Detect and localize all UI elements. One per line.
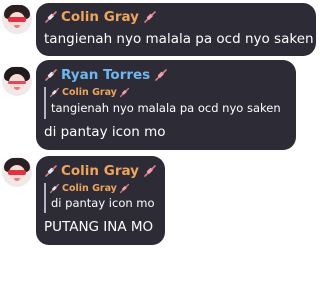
reply-quote[interactable]: Colin Gray di pantay icon mo	[44, 183, 158, 213]
reply-quote[interactable]: Colin Gray tangienah nyo malala pa ocd n…	[44, 87, 291, 119]
reply-text: di pantay icon mo	[51, 196, 155, 210]
reply-author: Colin Gray	[62, 87, 117, 98]
syringe-icon	[119, 183, 130, 194]
message-bubble: Ryan Torres Colin Gray tangienah nyo mal…	[36, 60, 296, 150]
message-bubble: Colin Gray Colin Gray di pantay icon mo …	[36, 156, 165, 245]
message-text: PUTANG INA MO	[44, 219, 154, 235]
reply-author: Colin Gray	[62, 183, 117, 194]
syringe-icon	[143, 164, 157, 178]
avatar[interactable]	[2, 66, 32, 96]
syringe-icon	[44, 10, 58, 24]
author-name[interactable]: Ryan Torres	[61, 67, 150, 83]
author-name[interactable]: Colin Gray	[61, 9, 139, 25]
syringe-icon	[143, 10, 157, 24]
message-text: tangienah nyo malala pa ocd nyo saken	[44, 31, 314, 47]
avatar[interactable]	[2, 4, 32, 34]
syringe-icon	[49, 87, 60, 98]
syringe-icon	[49, 183, 60, 194]
avatar[interactable]	[2, 157, 32, 187]
author-name[interactable]: Colin Gray	[61, 163, 139, 179]
message-text: di pantay icon mo	[44, 124, 166, 140]
syringe-icon	[154, 68, 168, 82]
reply-text: tangienah nyo malala pa ocd nyo saken	[51, 101, 281, 115]
syringe-icon	[44, 164, 58, 178]
syringe-icon	[119, 87, 130, 98]
syringe-icon	[44, 68, 58, 82]
message-bubble: Colin Gray tangienah nyo malala pa ocd n…	[36, 3, 316, 56]
